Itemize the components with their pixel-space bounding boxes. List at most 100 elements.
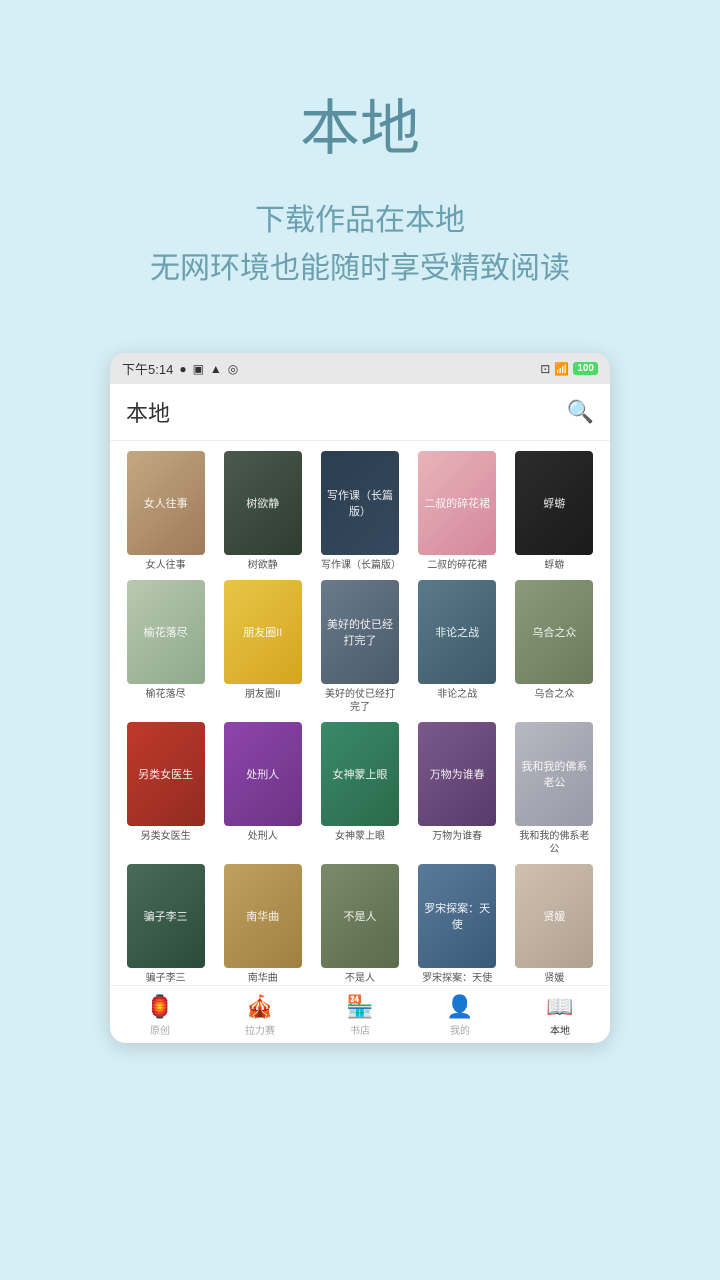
promo-section: 本地 下载作品在本地 无网环境也能随时享受精致阅读: [0, 0, 720, 333]
app-header-title: 本地: [126, 396, 170, 428]
nav-item-我的[interactable]: 👤 我的: [410, 994, 510, 1037]
book-cover: 美好的仗已经打完了: [321, 580, 399, 684]
book-cover-text: 骗子李三: [127, 864, 205, 968]
book-cover-text: 女人往事: [127, 451, 205, 555]
screen-icon: ⊡: [540, 362, 550, 376]
book-cover: 南华曲: [224, 864, 302, 968]
book-item[interactable]: 另类女医生另类女医生: [120, 722, 211, 856]
book-cover: 处刑人: [224, 722, 302, 826]
nav-label: 我的: [450, 1022, 470, 1037]
nav-icon: 📖: [546, 994, 573, 1020]
book-cover-text: 乌合之众: [515, 580, 593, 684]
book-title: 女人往事: [146, 559, 186, 572]
book-cover: 非论之战: [418, 580, 496, 684]
book-grid: 女人往事女人往事树欲静树欲静写作课（长篇版）写作课（长篇版）二叔的碎花裙二叔的碎…: [120, 451, 600, 985]
nav-item-本地[interactable]: 📖 本地: [510, 994, 610, 1037]
book-cover-text: 万物为谁春: [418, 722, 496, 826]
book-cover-text: 我和我的佛系老公: [515, 722, 593, 826]
book-item[interactable]: 二叔的碎花裙二叔的碎花裙: [412, 451, 503, 572]
book-item[interactable]: 南华曲南华曲: [217, 864, 308, 985]
book-cover-text: 处刑人: [224, 722, 302, 826]
warning-icon: ▲: [210, 362, 222, 376]
app-header: 本地 🔍: [110, 384, 610, 441]
book-cover: 贤媛: [515, 864, 593, 968]
book-item[interactable]: 乌合之众乌合之众: [509, 580, 600, 714]
search-button[interactable]: 🔍: [567, 399, 594, 425]
battery-badge: 100: [573, 362, 598, 375]
message-icon: ▣: [193, 362, 204, 376]
book-item[interactable]: 我和我的佛系老公我和我的佛系老公: [509, 722, 600, 856]
bottom-nav: 🏮原创 🎪 拉力赛 🏪 书店 👤 我的 📖 本地: [110, 985, 610, 1043]
status-bar: 下午5:14 ● ▣ ▲ ◎ ⊡ 📶 100: [110, 353, 610, 384]
book-item[interactable]: 不是人不是人: [314, 864, 405, 985]
nav-label: 拉力赛: [245, 1022, 275, 1037]
book-cover: 乌合之众: [515, 580, 593, 684]
book-cover-text: 树欲静: [224, 451, 302, 555]
book-item[interactable]: 女神蒙上眼女神蒙上眼: [314, 722, 405, 856]
book-cover-text: 朋友圈II: [224, 580, 302, 684]
book-grid-container: 女人往事女人往事树欲静树欲静写作课（长篇版）写作课（长篇版）二叔的碎花裙二叔的碎…: [110, 441, 610, 985]
book-item[interactable]: 贤媛贤媛: [509, 864, 600, 985]
book-cover-text: 榆花落尽: [127, 580, 205, 684]
phone-mockup: 下午5:14 ● ▣ ▲ ◎ ⊡ 📶 100 本地 🔍 女人往事女人往事树欲静树…: [110, 353, 610, 1043]
book-item[interactable]: 处刑人处刑人: [217, 722, 308, 856]
nav-icon: 🏪: [346, 994, 373, 1020]
book-cover: 蜉蝣: [515, 451, 593, 555]
book-cover: 二叔的碎花裙: [418, 451, 496, 555]
book-cover: 女神蒙上眼: [321, 722, 399, 826]
book-cover: 朋友圈II: [224, 580, 302, 684]
book-title: 处刑人: [248, 830, 278, 843]
book-title: 另类女医生: [141, 830, 191, 843]
book-item[interactable]: 朋友圈II朋友圈II: [217, 580, 308, 714]
book-item[interactable]: 女人往事女人往事: [120, 451, 211, 572]
book-title: 骗子李三: [146, 972, 186, 985]
nav-item-书店[interactable]: 🏪 书店: [310, 994, 410, 1037]
notification-icon: ●: [179, 362, 186, 376]
book-cover: 写作课（长篇版）: [321, 451, 399, 555]
book-cover-text: 美好的仗已经打完了: [321, 580, 399, 684]
book-cover: 我和我的佛系老公: [515, 722, 593, 826]
nav-icon: 👤: [446, 994, 473, 1020]
book-cover: 骗子李三: [127, 864, 205, 968]
promo-subtitle: 下载作品在本地 无网环境也能随时享受精致阅读: [40, 197, 680, 293]
book-item[interactable]: 美好的仗已经打完了美好的仗已经打完了: [314, 580, 405, 714]
book-title: 贤媛: [544, 972, 564, 985]
book-cover-text: 非论之战: [418, 580, 496, 684]
book-cover-text: 不是人: [321, 864, 399, 968]
book-cover-text: 南华曲: [224, 864, 302, 968]
nav-item-原创[interactable]: 🏮原创: [110, 994, 210, 1037]
book-item[interactable]: 非论之战非论之战: [412, 580, 503, 714]
book-cover-text: 另类女医生: [127, 722, 205, 826]
wifi-icon: 📶: [554, 362, 569, 376]
book-title: 树欲静: [248, 559, 278, 572]
book-title: 我和我的佛系老公: [515, 830, 593, 856]
book-cover: 女人往事: [127, 451, 205, 555]
book-item[interactable]: 榆花落尽榆花落尽: [120, 580, 211, 714]
book-item[interactable]: 树欲静树欲静: [217, 451, 308, 572]
nav-label: 书店: [350, 1022, 370, 1037]
promo-title: 本地: [40, 80, 680, 167]
book-item[interactable]: 蜉蝣蜉蝣: [509, 451, 600, 572]
book-item[interactable]: 万物为谁春万物为谁春: [412, 722, 503, 856]
book-cover: 树欲静: [224, 451, 302, 555]
book-title: 写作课（长篇版）: [321, 559, 399, 572]
book-title: 南华曲: [248, 972, 278, 985]
book-cover-text: 蜉蝣: [515, 451, 593, 555]
book-title: 乌合之众: [534, 688, 574, 701]
book-item[interactable]: 写作课（长篇版） 写作课（长篇版）: [314, 451, 405, 572]
status-time: 下午5:14: [122, 359, 173, 378]
book-item[interactable]: 骗子李三骗子李三: [120, 864, 211, 985]
book-title: 罗宋探案：天使: [422, 972, 492, 985]
book-cover-text: 罗宋探案：天使: [418, 864, 496, 968]
nav-label: 本地: [550, 1022, 570, 1037]
book-item[interactable]: 罗宋探案：天使罗宋探案：天使: [412, 864, 503, 985]
book-cover-text: 贤媛: [515, 864, 593, 968]
nav-icon: 🎪: [246, 994, 273, 1020]
book-title: 美好的仗已经打完了: [321, 688, 399, 714]
sync-icon: ◎: [228, 362, 238, 376]
book-cover-text: 二叔的碎花裙: [418, 451, 496, 555]
book-cover: 榆花落尽: [127, 580, 205, 684]
book-title: 蜉蝣: [544, 559, 564, 572]
book-cover: 万物为谁春: [418, 722, 496, 826]
nav-item-拉力赛[interactable]: 🎪 拉力赛: [210, 994, 310, 1037]
